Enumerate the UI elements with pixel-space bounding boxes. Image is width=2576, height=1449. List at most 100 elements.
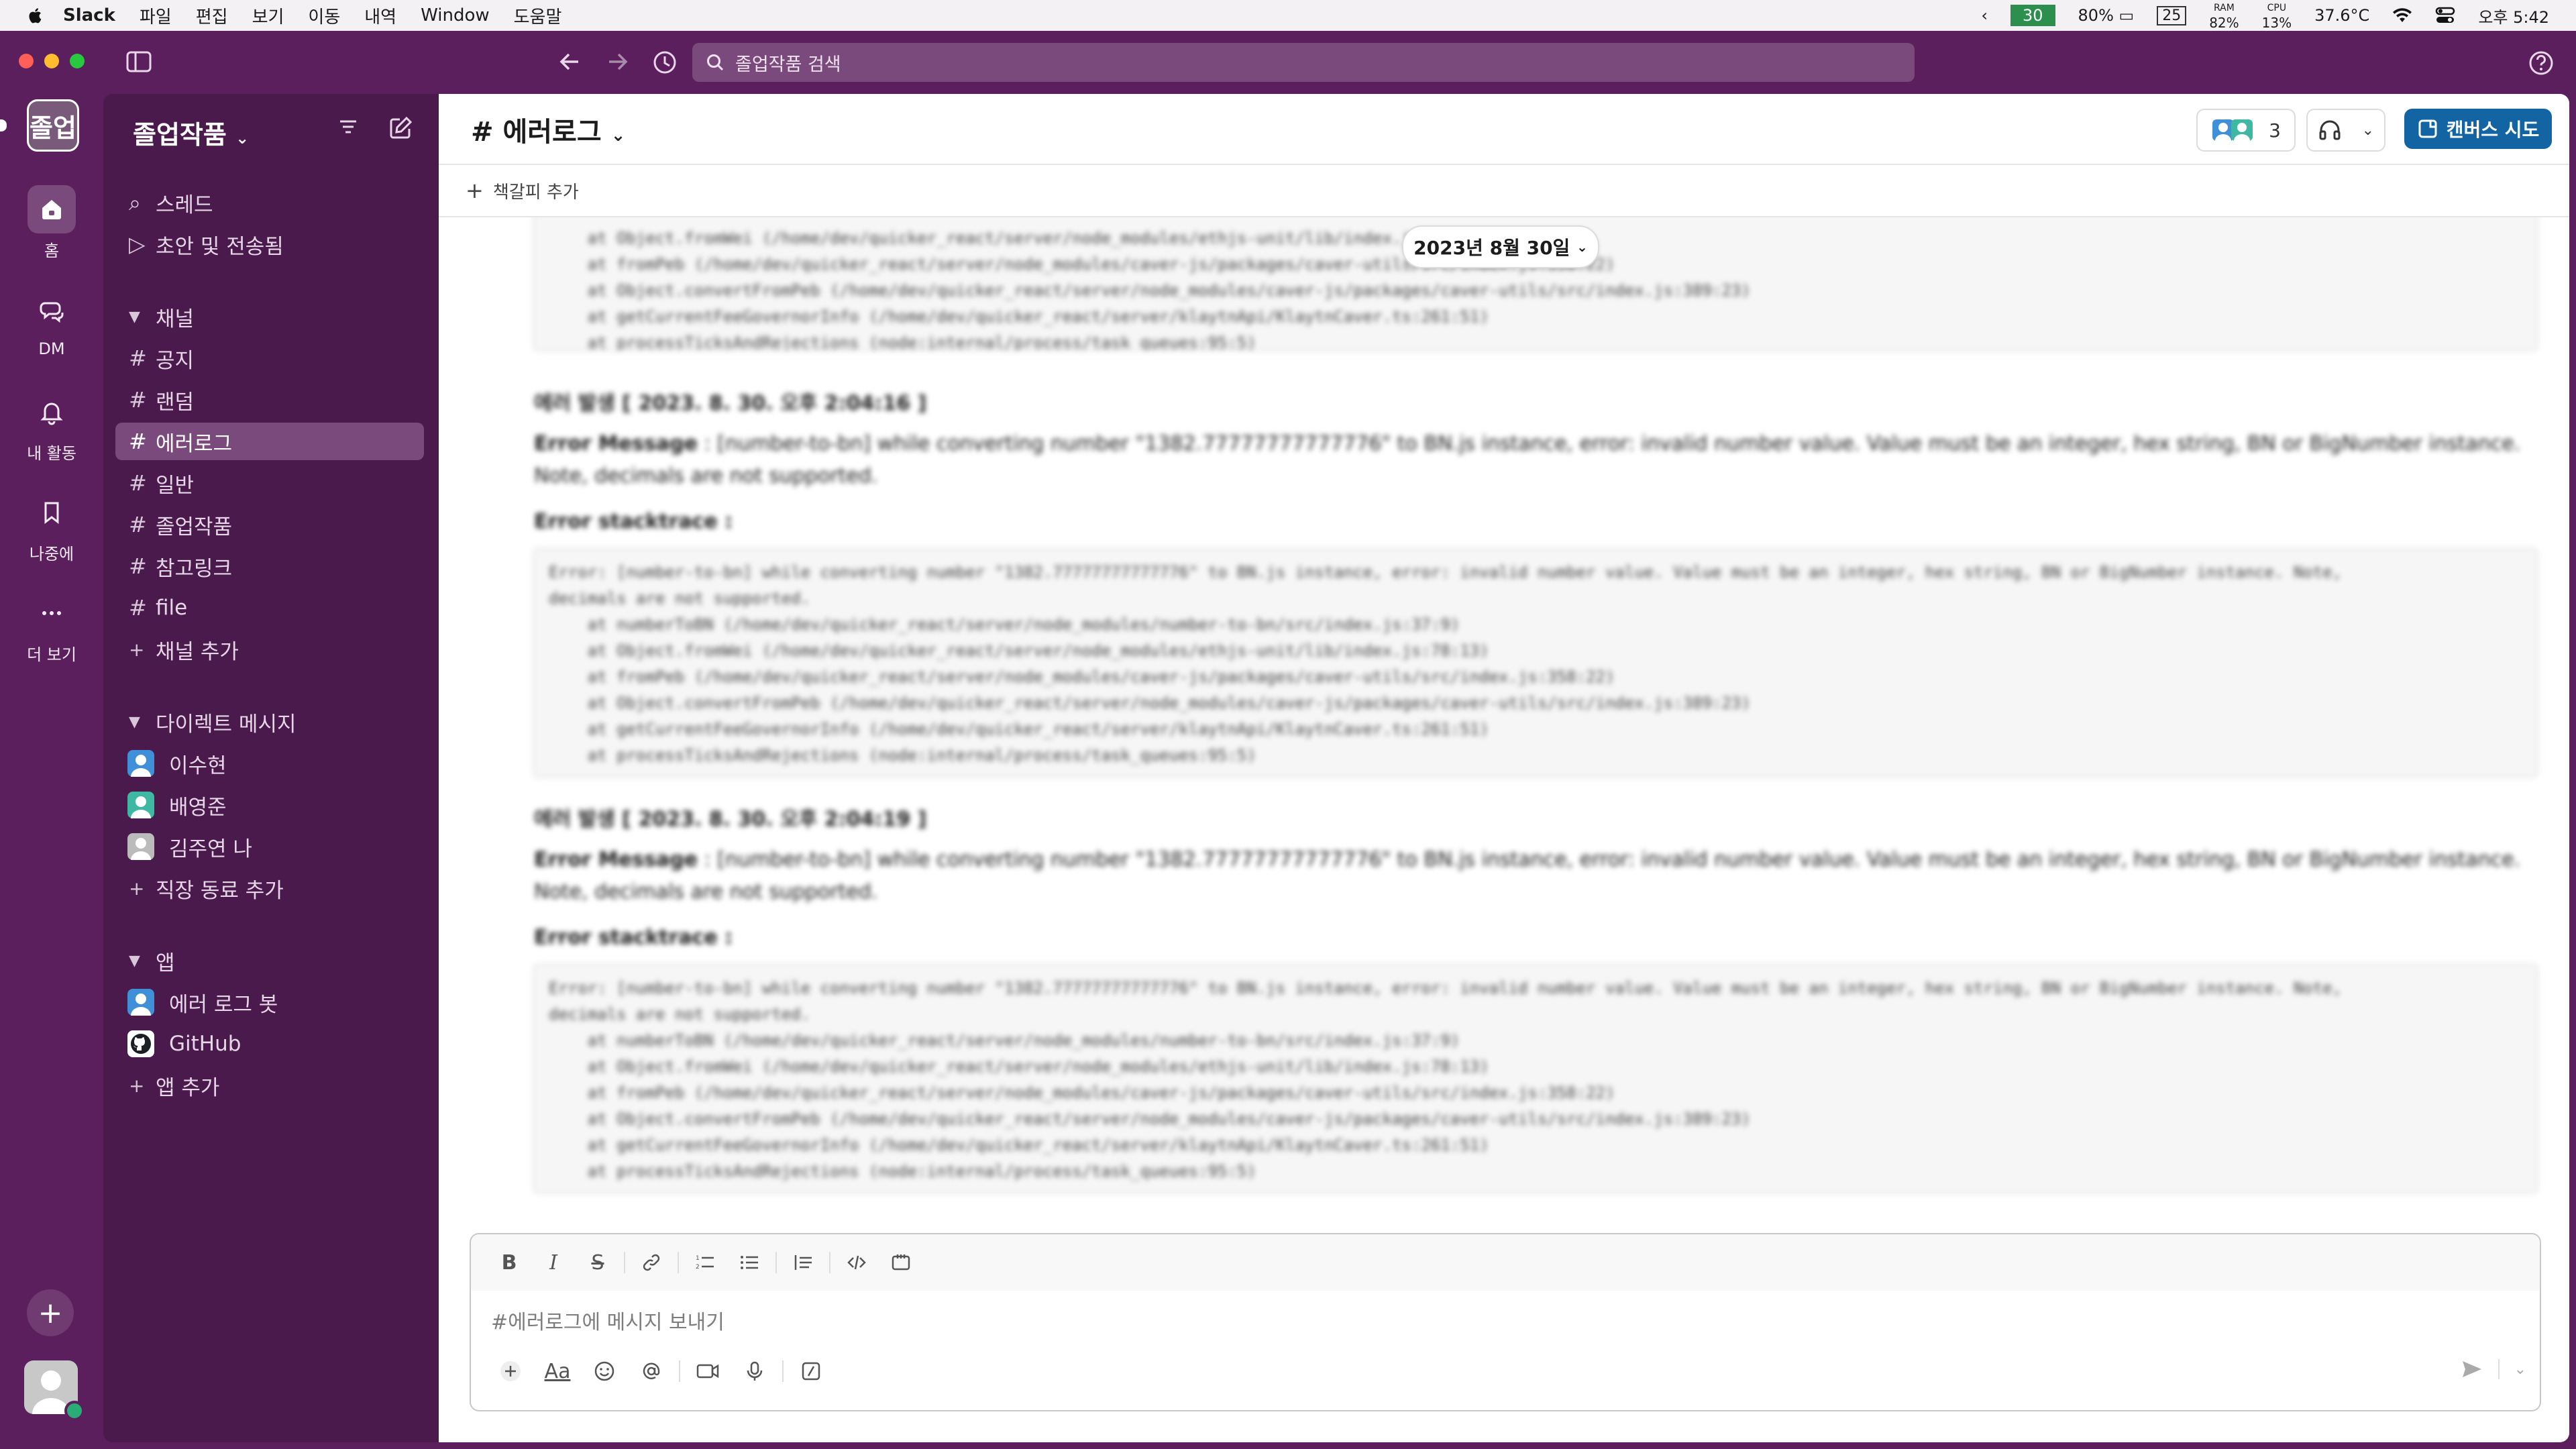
code-button[interactable] <box>835 1246 879 1279</box>
apple-icon[interactable] <box>27 7 43 24</box>
message-body: Error Message : [number-to-bn] while con… <box>534 844 2526 908</box>
sidebar-item-dm-김주연[interactable]: 김주연 나 <box>115 828 424 865</box>
sidebar-item-공지[interactable]: # 공지 <box>115 339 424 377</box>
emoji-button[interactable] <box>581 1352 628 1390</box>
cpu-status[interactable]: CPU 13% <box>2262 1 2292 30</box>
text-format-button[interactable]: Aa <box>534 1352 581 1390</box>
add-app-button[interactable]: + 앱 추가 <box>115 1067 424 1104</box>
chevron-left-icon[interactable]: ‹ <box>1981 6 1988 25</box>
strikethrough-button[interactable]: S <box>576 1246 620 1279</box>
mention-button[interactable] <box>628 1352 675 1390</box>
menu-window[interactable]: Window <box>421 5 490 25</box>
link-icon <box>643 1254 660 1271</box>
canvas-try-button[interactable]: 캔버스 시도 <box>2404 109 2552 149</box>
apps-section-header[interactable]: ▼ 앱 <box>115 942 424 979</box>
italic-button[interactable]: I <box>531 1246 576 1279</box>
sidebar-item-졸업작품[interactable]: # 졸업작품 <box>115 506 424 543</box>
bold-button[interactable]: B <box>487 1246 531 1279</box>
sidebar-item-참고링크[interactable]: # 참고링크 <box>115 547 424 585</box>
sidebar-item-label: 일반 <box>156 473 195 498</box>
rail-activity[interactable]: 내 활동 <box>0 388 103 464</box>
message-text: : [number-to-bn] while converting number… <box>534 848 2521 904</box>
rail-dm[interactable]: DM <box>0 287 103 358</box>
date-divider-pill[interactable]: 2023년 8월 30일 ⌄ <box>1402 225 1599 268</box>
message-composer: B I S 12 #에러로그에 메시지 보내기 Aa ⌄ <box>470 1233 2541 1411</box>
menu-edit[interactable]: 편집 <box>196 3 228 28</box>
code-block-button[interactable] <box>879 1246 923 1279</box>
close-window-button[interactable] <box>19 54 34 68</box>
filter-icon[interactable] <box>337 115 360 138</box>
add-button[interactable]: + <box>27 1289 74 1336</box>
forward-arrow-icon[interactable] <box>606 51 629 72</box>
minimize-window-button[interactable] <box>44 54 59 68</box>
sidebar-item-일반[interactable]: # 일반 <box>115 464 424 502</box>
code-icon <box>847 1255 866 1270</box>
code-line: at getCurrentFeeGovernorInfo (/home/dev/… <box>549 307 1489 326</box>
caret-down-icon: ▼ <box>129 713 140 731</box>
message-input-placeholder: #에러로그에 메시지 보내기 <box>491 1311 724 1334</box>
menu-help[interactable]: 도움말 <box>514 3 562 28</box>
sidebar-item-dm-이수현[interactable]: 이수현 <box>115 745 424 782</box>
rail-home[interactable]: 홈 <box>0 185 103 261</box>
workspace-icon[interactable]: 졸업 <box>27 99 79 152</box>
message-input[interactable]: #에러로그에 메시지 보내기 <box>491 1305 724 1335</box>
dm-section-header[interactable]: ▼ 다이렉트 메시지 <box>115 703 424 741</box>
avatar <box>127 750 154 777</box>
sidebar-item-에러로그[interactable]: # 에러로그 <box>115 423 424 460</box>
back-arrow-icon[interactable] <box>558 51 581 72</box>
blockquote-button[interactable] <box>781 1246 825 1279</box>
compose-icon[interactable] <box>388 115 413 141</box>
ordered-list-button[interactable]: 12 <box>683 1246 727 1279</box>
help-icon[interactable] <box>2528 50 2555 76</box>
status-box-25[interactable]: 25 <box>2157 5 2187 25</box>
add-coworker-button[interactable]: + 직장 동료 추가 <box>115 869 424 907</box>
control-center-icon[interactable] <box>2435 7 2455 24</box>
section-label: 다이렉트 메시지 <box>156 712 297 737</box>
rail-later[interactable]: 나중에 <box>0 488 103 564</box>
members-button[interactable]: 3 <box>2196 109 2296 152</box>
chevron-down-icon[interactable]: ⌄ <box>2514 1361 2526 1378</box>
add-bookmark-button[interactable]: 책갈피 추가 <box>493 178 579 203</box>
send-icon[interactable] <box>2461 1359 2483 1379</box>
bullet-list-button[interactable] <box>727 1246 771 1279</box>
bookmark-icon <box>28 488 76 537</box>
sidebar-item-dm-배영준[interactable]: 배영준 <box>115 786 424 824</box>
temperature[interactable]: 37.6°C <box>2314 6 2369 25</box>
blockquote-icon <box>794 1255 812 1270</box>
zoom-window-button[interactable] <box>70 54 85 68</box>
sidebar-item-file[interactable]: # file <box>115 589 424 627</box>
sidebar-item-랜덤[interactable]: # 랜덤 <box>115 381 424 419</box>
channel-title-button[interactable]: # 에러로그 ⌄ <box>471 110 625 149</box>
ram-status[interactable]: RAM 82% <box>2209 1 2239 30</box>
add-channel-button[interactable]: + 채널 추가 <box>115 631 424 668</box>
menu-app-name[interactable]: Slack <box>63 5 115 25</box>
sidebar-item-app-github[interactable]: GitHub <box>115 1025 424 1063</box>
huddle-button[interactable]: ⌄ <box>2306 109 2385 152</box>
sidebar-toggle-icon[interactable] <box>126 51 152 72</box>
workspace-name-button[interactable]: 졸업작품 ⌄ <box>133 114 249 151</box>
plus-icon[interactable]: + <box>466 178 484 203</box>
menu-history[interactable]: 내역 <box>364 3 396 28</box>
menu-file[interactable]: 파일 <box>140 3 172 28</box>
battery-status[interactable]: 80% ▭ <box>2078 6 2135 25</box>
shortcuts-button[interactable] <box>788 1352 835 1390</box>
search-bar[interactable]: 졸업작품 검색 <box>692 43 1915 82</box>
video-button[interactable] <box>684 1352 731 1390</box>
rail-more[interactable]: 더 보기 <box>0 589 103 665</box>
sidebar-item-drafts[interactable]: ▷ 초안 및 전송됨 <box>115 225 424 263</box>
status-green-box[interactable]: 30 <box>2010 5 2055 26</box>
history-clock-icon[interactable] <box>652 50 678 75</box>
sidebar-item-app-error-bot[interactable]: 에러 로그 봇 <box>115 983 424 1021</box>
link-button[interactable] <box>629 1246 674 1279</box>
menu-view[interactable]: 보기 <box>252 3 284 28</box>
clock[interactable]: 오후 5:42 <box>2478 4 2549 28</box>
audio-button[interactable] <box>731 1352 778 1390</box>
wifi-icon[interactable] <box>2392 7 2412 23</box>
bullet-list-icon <box>741 1256 758 1269</box>
menu-go[interactable]: 이동 <box>308 3 340 28</box>
channels-section-header[interactable]: ▼ 채널 <box>115 298 424 335</box>
attach-button[interactable] <box>487 1352 534 1390</box>
channel-header: # 에러로그 ⌄ 3 ⌄ 캔버스 시도 <box>439 94 2569 165</box>
sidebar-item-threads[interactable]: ⌕ 스레드 <box>115 184 424 221</box>
chevron-down-icon[interactable]: ⌄ <box>2362 122 2374 139</box>
